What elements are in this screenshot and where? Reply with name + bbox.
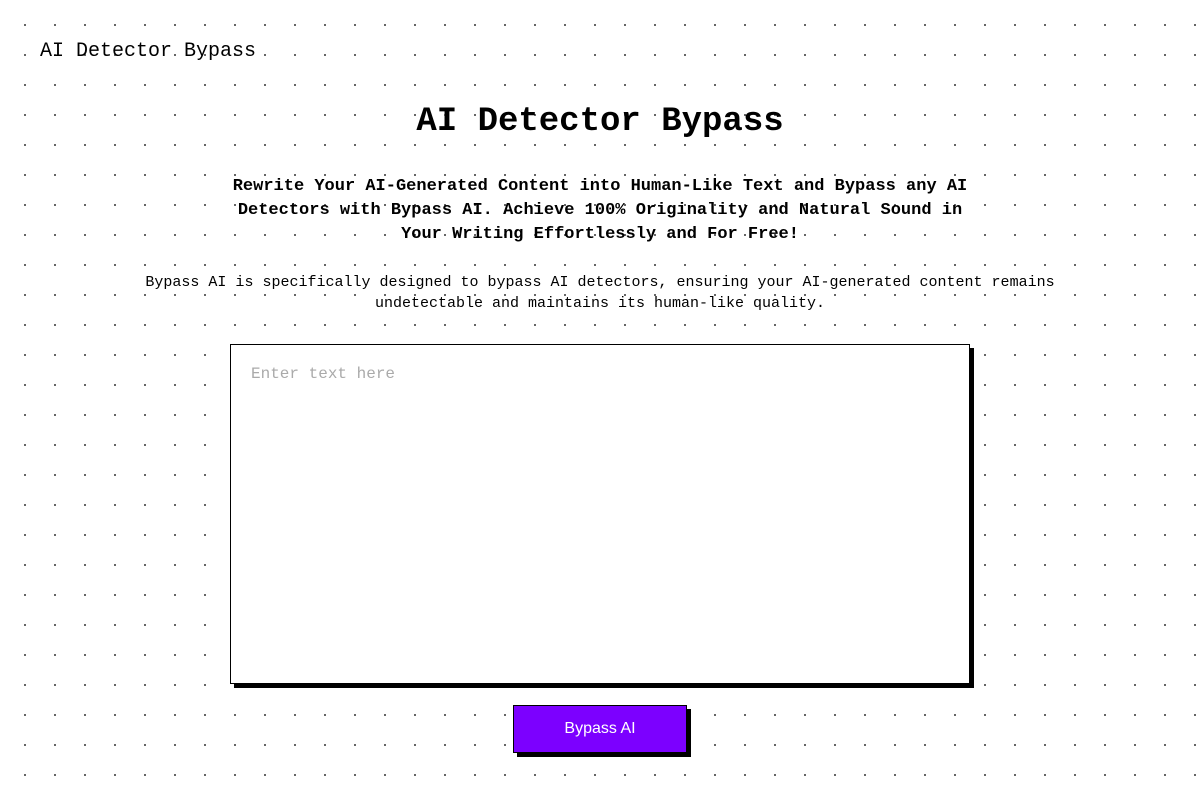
bypass-button[interactable]: Bypass AI	[513, 705, 686, 753]
text-input[interactable]	[230, 344, 970, 684]
brand-title: AI Detector Bypass	[40, 40, 1160, 63]
page-subtitle: Rewrite Your AI-Generated Content into H…	[220, 175, 980, 246]
button-container: Bypass AI	[40, 705, 1160, 753]
main-content: AI Detector Bypass Rewrite Your AI-Gener…	[0, 83, 1200, 773]
page-title: AI Detector Bypass	[40, 103, 1160, 141]
page-description: Bypass AI is specifically designed to by…	[100, 272, 1100, 314]
textarea-container	[230, 344, 970, 689]
header: AI Detector Bypass	[0, 0, 1200, 83]
